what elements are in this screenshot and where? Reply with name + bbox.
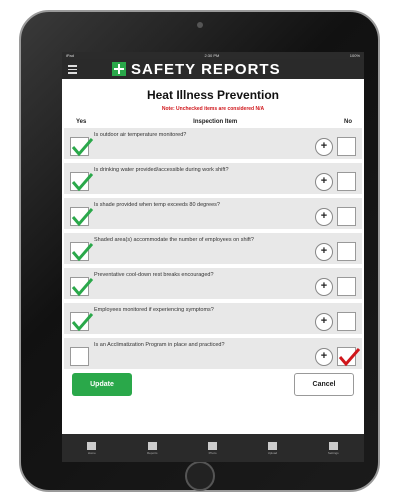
app-screen: iPad 2:30 PM 100% SAFETY REPORTS Heat Il… — [62, 52, 364, 462]
inspection-row: Preventative cool-down rest breaks encou… — [64, 268, 362, 299]
no-checkbox[interactable] — [337, 172, 356, 191]
cancel-button[interactable]: Cancel — [294, 373, 354, 396]
tab-reports[interactable]: Reports — [146, 441, 158, 455]
add-note-button[interactable]: + — [315, 348, 333, 366]
tab-label: Home — [87, 450, 96, 455]
settings-icon — [328, 441, 338, 450]
page-title: Heat Illness Prevention — [146, 88, 280, 102]
tab-label: Upload — [267, 450, 278, 455]
inspection-row: Employees monitored if experiencing symp… — [64, 303, 362, 334]
inspection-row: Is drinking water provided/accessible du… — [64, 163, 362, 194]
inspection-question: Is drinking water provided/accessible du… — [94, 167, 229, 173]
tab-upload[interactable]: Upload — [267, 441, 278, 455]
inspection-row: Is an Acclimatization Program in place a… — [64, 338, 362, 369]
form-note: Note: Unchecked items are considered N/A — [161, 106, 265, 112]
app-header: SAFETY REPORTS — [62, 59, 364, 79]
brand-logo: SAFETY REPORTS — [112, 61, 281, 78]
bottom-tab-bar: Home Reports Photo Upload Settings — [62, 434, 364, 462]
no-checkbox[interactable] — [337, 242, 356, 261]
camera-icon — [208, 441, 218, 450]
home-icon — [87, 441, 97, 450]
add-note-button[interactable]: + — [315, 313, 333, 331]
inspection-question: Preventative cool-down rest breaks encou… — [94, 272, 214, 278]
add-note-button[interactable]: + — [315, 138, 333, 156]
brand-text: SAFETY REPORTS — [131, 60, 281, 78]
green-check-icon — [71, 138, 93, 157]
column-no: No — [344, 119, 352, 125]
inspection-question: Is shade provided when temp exceeds 80 d… — [94, 202, 220, 208]
add-note-button[interactable]: + — [315, 173, 333, 191]
status-battery: 100% — [349, 53, 360, 58]
green-check-icon — [71, 313, 93, 332]
no-checkbox[interactable] — [337, 207, 356, 226]
home-button[interactable] — [185, 461, 215, 491]
inspection-question: Is outdoor air temperature monitored? — [94, 132, 187, 138]
tab-label: Photo — [208, 450, 217, 455]
camera-dot — [197, 22, 203, 28]
upload-icon — [267, 441, 277, 450]
inspection-question: Is an Acclimatization Program in place a… — [94, 342, 225, 348]
hamburger-menu-icon[interactable] — [68, 65, 77, 76]
tab-home[interactable]: Home — [87, 441, 97, 455]
status-time: 2:30 PM — [204, 53, 220, 58]
tab-label: Settings — [327, 450, 339, 455]
column-inspection-item: Inspection Item — [193, 119, 238, 125]
yes-checkbox[interactable] — [70, 207, 93, 227]
update-button[interactable]: Update — [72, 373, 132, 396]
inspection-row: Shaded area(s) accommodate the number of… — [64, 233, 362, 264]
form-actions: Update Cancel — [62, 373, 364, 396]
no-checkbox[interactable] — [337, 312, 356, 331]
yes-checkbox[interactable] — [70, 137, 93, 157]
inspection-list: Is outdoor air temperature monitored? + Is… — [62, 128, 364, 369]
reports-icon — [147, 441, 157, 450]
inspection-row: Is shade provided when temp exceeds 80 d… — [64, 198, 362, 229]
no-checkbox[interactable] — [337, 347, 360, 367]
yes-checkbox[interactable] — [70, 242, 93, 262]
add-note-button[interactable]: + — [315, 243, 333, 261]
yes-checkbox[interactable] — [70, 277, 93, 297]
column-yes: Yes — [76, 119, 87, 125]
status-left: iPad — [66, 53, 75, 58]
tab-photo[interactable]: Photo — [208, 441, 218, 455]
yes-checkbox[interactable] — [70, 172, 93, 192]
yes-checkbox[interactable] — [70, 347, 89, 366]
no-checkbox[interactable] — [337, 137, 356, 156]
add-note-button[interactable]: + — [315, 208, 333, 226]
tab-label: Reports — [146, 450, 158, 455]
inspection-row: Is outdoor air temperature monitored? + — [64, 128, 362, 159]
tab-settings[interactable]: Settings — [327, 441, 339, 455]
yes-checkbox[interactable] — [70, 312, 93, 332]
green-check-icon — [71, 173, 93, 192]
green-check-icon — [71, 243, 93, 262]
green-check-icon — [71, 208, 93, 227]
status-bar: iPad 2:30 PM 100% — [62, 52, 364, 59]
inspection-question: Employees monitored if experiencing symp… — [94, 307, 214, 313]
first-aid-cross-icon — [112, 62, 126, 76]
no-checkbox[interactable] — [337, 277, 356, 296]
green-check-icon — [71, 278, 93, 297]
inspection-question: Shaded area(s) accommodate the number of… — [94, 237, 254, 243]
red-check-icon — [338, 348, 360, 367]
add-note-button[interactable]: + — [315, 278, 333, 296]
column-headers: Yes Inspection Item No — [62, 119, 364, 125]
